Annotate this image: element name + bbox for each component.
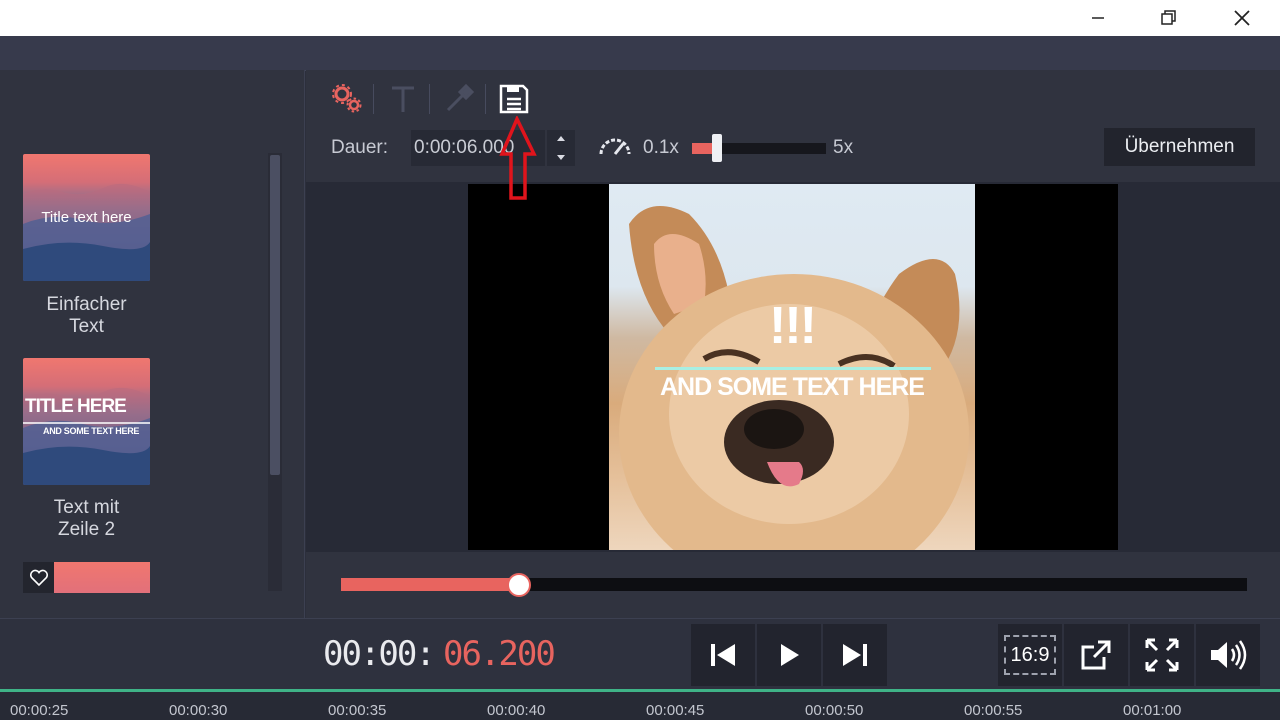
- timeline-tick: 00:00:30: [169, 702, 228, 719]
- timeline-tick: 00:00:55: [964, 702, 1023, 719]
- apply-button[interactable]: Übernehmen: [1104, 128, 1255, 166]
- overlay-subtitle-text[interactable]: AND SOME TEXT HERE: [609, 373, 975, 402]
- timeline-tick: 00:00:25: [10, 702, 69, 719]
- skip-forward-icon[interactable]: [823, 624, 887, 686]
- aspect-ratio-button[interactable]: 16:9: [998, 624, 1062, 686]
- text-icon[interactable]: [387, 82, 419, 116]
- menu-strip: [0, 36, 1280, 71]
- gears-icon[interactable]: [330, 82, 364, 116]
- volume-icon[interactable]: [1196, 624, 1260, 686]
- toolbar-divider: [485, 84, 486, 114]
- seek-bar-handle[interactable]: [507, 573, 531, 597]
- timeline-tick: 00:01:00: [1123, 702, 1182, 719]
- heart-icon[interactable]: [23, 562, 54, 593]
- skip-back-icon[interactable]: [691, 624, 755, 686]
- speed-min-label: 0.1x: [643, 137, 679, 158]
- timecode-fraction: 06.200: [443, 634, 556, 674]
- external-icon[interactable]: [1064, 624, 1128, 686]
- play-icon[interactable]: [757, 624, 821, 686]
- overlay-divider-line: [655, 367, 931, 370]
- seek-bar-progress: [341, 578, 519, 591]
- restore-icon[interactable]: [1146, 0, 1192, 36]
- annotation-arrow-up-icon: [499, 116, 537, 200]
- stepper-down-icon: [557, 155, 565, 160]
- overlay-title-text[interactable]: !!!: [609, 296, 975, 356]
- close-icon[interactable]: [1219, 0, 1265, 36]
- preset-caption-simple-text: Einfacher Text: [23, 294, 150, 338]
- preset-caption-line: Einfacher: [46, 294, 127, 315]
- speed-slider-knob[interactable]: [712, 134, 722, 162]
- timeline-tick: 00:00:40: [487, 702, 546, 719]
- timeline-tick: 00:00:35: [328, 702, 387, 719]
- minimize-icon[interactable]: [1075, 0, 1121, 36]
- preset-caption-line: Text mit: [53, 497, 120, 518]
- window-titlebar: [0, 0, 1280, 36]
- save-icon[interactable]: [497, 82, 531, 116]
- toolbar-divider: [373, 84, 374, 114]
- preset-thumbnail-text-with-line[interactable]: TITLE HERE AND SOME TEXT HERE: [23, 358, 150, 485]
- speed-max-label: 5x: [833, 137, 854, 158]
- eyedropper-icon[interactable]: [442, 82, 475, 116]
- timecode-main: 00:00:: [323, 634, 436, 674]
- aspect-ratio-label: 16:9: [1004, 635, 1056, 675]
- duration-label: Dauer:: [331, 137, 389, 158]
- presets-scrollbar-thumb[interactable]: [270, 155, 280, 475]
- preset-caption-line: Text: [69, 316, 104, 337]
- toolbar-divider: [429, 84, 430, 114]
- speedometer-icon: [597, 134, 633, 160]
- duration-stepper[interactable]: [547, 130, 575, 166]
- preset-caption-text-with-line: Text mit Zeile 2: [23, 497, 150, 541]
- timeline-tick: 00:00:45: [646, 702, 705, 719]
- preset-thumbnail-simple-text[interactable]: Title text here: [23, 154, 150, 281]
- preset-preview-title: TITLE HERE: [25, 396, 127, 417]
- preset-thumbnail-partial[interactable]: [23, 562, 150, 593]
- preset-caption-line: Zeile 2: [57, 519, 116, 540]
- preset-preview-title: Title text here: [41, 209, 132, 226]
- stepper-up-icon: [557, 136, 565, 141]
- timeline-tick: 00:00:50: [805, 702, 864, 719]
- fullscreen-icon[interactable]: [1130, 624, 1194, 686]
- preset-preview-subtitle: AND SOME TEXT HERE: [43, 426, 140, 436]
